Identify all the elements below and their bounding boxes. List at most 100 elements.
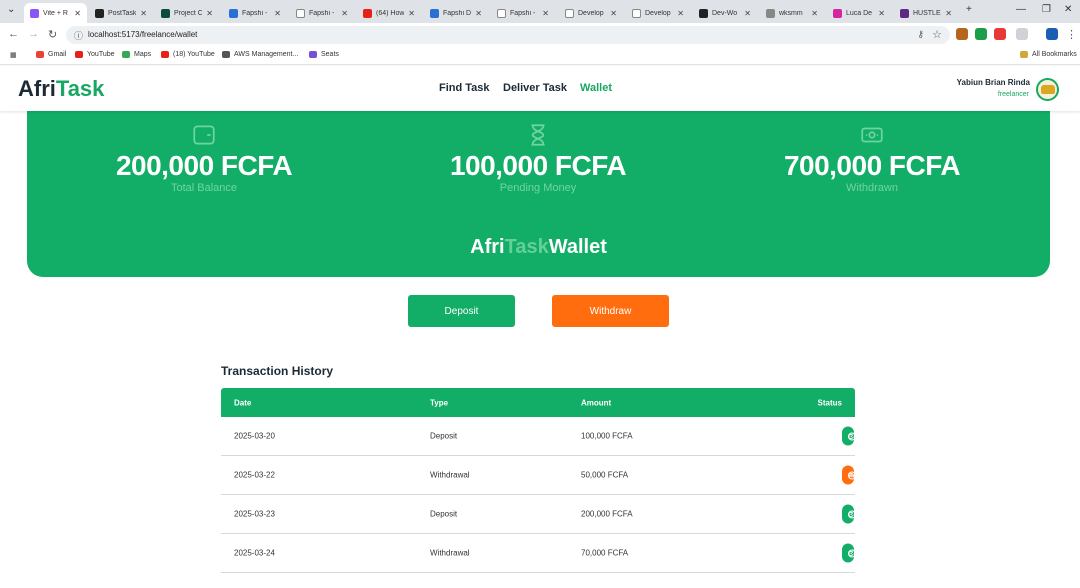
browser-tab[interactable]: Fapshi - ✕ [223,3,287,23]
tab-close-icon[interactable]: ✕ [341,9,348,18]
avatar-car-icon [1040,85,1055,94]
all-bookmarks-link[interactable]: All Bookmarks [1020,51,1077,58]
browser-tab[interactable]: Develop ✕ [559,3,623,23]
tab-close-icon[interactable]: ✕ [206,9,213,18]
nav-deliver-task[interactable]: Deliver Task [503,82,567,94]
bookmark-item[interactable]: Gmail [36,51,66,58]
all-bookmarks-label: All Bookmarks [1032,51,1077,58]
tab-close-icon[interactable]: ✕ [677,9,684,18]
bookmark-favicon-icon [122,51,130,58]
tab-close-icon[interactable]: ✕ [475,9,482,18]
transaction-table: Date Type Amount Status 2025-03-20 Deposi… [221,388,887,573]
tab-close-icon[interactable]: ✕ [140,9,147,18]
extension-green-icon[interactable] [975,28,987,40]
bookmark-item[interactable]: (18) YouTube [161,51,215,58]
forward-icon[interactable]: → [28,28,39,40]
restore-icon[interactable]: ❐ [1042,4,1051,15]
table-header: Date Type Amount Status [221,388,855,417]
browser-tab[interactable]: HUSTLE ✕ [894,3,958,23]
cell-type: Deposit [430,509,458,519]
cell-date: 2025-03-24 [234,548,275,558]
wallet-icon [193,125,215,145]
avatar[interactable] [1036,78,1059,101]
browser-tab[interactable]: Dev-Wo ✕ [693,3,757,23]
withdrawn-stat: 700,000 FCFA Withdrawn [702,122,1042,194]
tab-close-icon[interactable]: ✕ [408,9,415,18]
bookmark-label: Gmail [48,51,67,58]
banknote-icon [861,127,883,143]
browser-tab[interactable]: Develop ✕ [626,3,690,23]
column-amount: Amount [581,398,612,407]
nav-wallet[interactable]: Wallet [580,82,612,94]
wallet-brand-task: Task [504,236,549,258]
address-bar[interactable]: ⓘ localhost:5173/freelance/wallet ⚷ ☆ [66,26,950,44]
bookmark-favicon-icon [309,51,317,58]
browser-menu-icon[interactable]: ⋮ [1066,28,1077,41]
bookmark-item[interactable]: Seats [309,51,339,58]
table-row: 2025-03-24 Withdrawal 70,000 FCFA ✓ Complete… [221,534,887,573]
status-badge: ◷ Pending [842,465,878,485]
browser-tab[interactable]: Fapshi - ✕ [290,3,354,23]
bookmark-star-icon[interactable]: ☆ [932,28,942,41]
tab-close-icon[interactable]: ✕ [744,9,751,18]
pending-money-stat: 100,000 FCFA Pending Money [368,122,708,194]
tab-favicon-icon [699,8,708,18]
cell-date: 2025-03-20 [234,431,275,441]
back-icon[interactable]: ← [8,28,19,40]
browser-tab[interactable]: (64) How ✕ [357,3,421,23]
bookmarks-bar: ▦ Gmail YouTube Maps (18) YouTube AWS Manage… [0,47,1080,65]
tab-title: Project C [174,9,203,17]
pending-money-label: Pending Money [499,182,577,194]
bookmark-label: Seats [321,51,339,58]
apps-grid-icon[interactable]: ▦ [10,51,17,59]
browser-tab[interactable]: wksmm ✕ [760,3,824,23]
bookmark-item[interactable]: Maps [122,51,151,58]
status-label: Completed [848,509,887,519]
tab-title: Fapshi - [510,9,536,17]
browser-tab[interactable]: Vite + R ✕ [24,3,87,23]
nav-find-task[interactable]: Find Task [439,82,490,94]
column-type: Type [430,398,449,407]
tab-title: HUSTLE [913,9,941,17]
bookmark-item[interactable]: AWS Management... [222,51,298,58]
tab-close-icon[interactable]: ✕ [542,9,549,18]
bookmark-item[interactable]: YouTube [75,51,115,58]
profile-icon[interactable] [1046,28,1058,40]
tab-close-icon[interactable]: ✕ [878,9,885,18]
total-balance-stat: 200,000 FCFA Total Balance [34,122,374,194]
extension-new-icon[interactable] [994,28,1006,40]
withdraw-button[interactable]: Withdraw [552,295,669,327]
tab-search-icon[interactable]: ⌄ [7,4,15,15]
minimize-icon[interactable]: — [1016,4,1026,15]
password-key-icon[interactable]: ⚷ [917,29,924,40]
status-badge: ✓ Completed [842,543,887,563]
browser-tab[interactable]: Project C ✕ [155,3,219,23]
app-header: AfriTask Find Task Deliver Task Wallet Y… [0,66,1080,111]
browser-tab[interactable]: Luca De ✕ [827,3,891,23]
browser-tab[interactable]: Fapshi - ✕ [491,3,555,23]
tab-title: Vite + R [43,9,68,17]
status-label: Completed [848,548,887,558]
tab-favicon-icon [161,8,170,18]
site-info-icon[interactable]: ⓘ [74,29,83,42]
tab-title: Fapshi - [242,9,268,17]
tab-close-icon[interactable]: ✕ [274,9,281,18]
tab-close-icon[interactable]: ✕ [610,9,617,18]
tab-favicon-icon [363,8,372,18]
afritask-logo[interactable]: AfriTask [18,76,104,102]
tab-close-icon[interactable]: ✕ [811,9,818,18]
extension-cookie-icon[interactable] [956,28,968,40]
transaction-history-title: Transaction History [221,364,334,378]
bookmark-label: AWS Management... [234,51,299,58]
tab-close-icon[interactable]: ✕ [74,9,81,18]
extensions-puzzle-icon[interactable] [1016,28,1028,40]
new-tab-button[interactable]: + [966,4,972,15]
browser-tab[interactable]: PostTask ✕ [89,3,153,23]
cell-date: 2025-03-22 [234,470,275,480]
browser-tab[interactable]: Fapshi D ✕ [424,3,488,23]
reload-icon[interactable]: ↻ [48,28,57,41]
deposit-button[interactable]: Deposit [408,295,515,327]
tab-close-icon[interactable]: ✕ [945,9,952,18]
browser-tab-strip: ⌄ Vite + R ✕ PostTask ✕ Project C ✕ Fapshi - ✕… [0,0,1080,23]
close-window-icon[interactable]: ✕ [1064,4,1072,15]
